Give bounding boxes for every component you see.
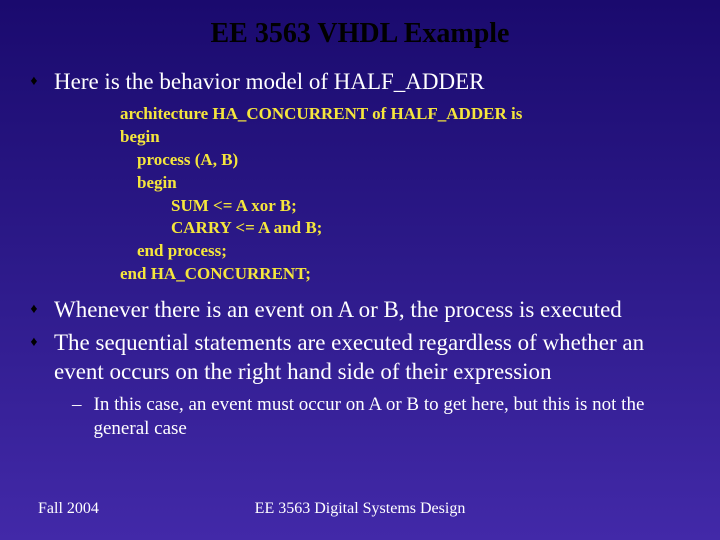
bullet-item: ♦ The sequential statements are executed… <box>28 329 692 387</box>
bullet-text: Here is the behavior model of HALF_ADDER <box>54 68 485 97</box>
bullet-text: The sequential statements are executed r… <box>54 329 692 387</box>
bullet-item: ♦ Here is the behavior model of HALF_ADD… <box>28 68 692 97</box>
sub-bullet-text: In this case, an event must occur on A o… <box>94 393 693 442</box>
code-block: architecture HA_CONCURRENT of HALF_ADDER… <box>120 103 692 287</box>
footer-center: EE 3563 Digital Systems Design <box>0 500 720 518</box>
sub-bullet-item: – In this case, an event must occur on A… <box>72 393 692 442</box>
slide-title: EE 3563 VHDL Example <box>28 18 692 50</box>
bullet-item: ♦ Whenever there is an event on A or B, … <box>28 296 692 325</box>
diamond-icon: ♦ <box>28 296 40 324</box>
bullet-text: Whenever there is an event on A or B, th… <box>54 296 622 325</box>
dash-icon: – <box>72 393 82 418</box>
diamond-icon: ♦ <box>28 68 40 96</box>
slide: EE 3563 VHDL Example ♦ Here is the behav… <box>0 0 720 540</box>
footer-left: Fall 2004 <box>38 500 99 518</box>
diamond-icon: ♦ <box>28 329 40 357</box>
slide-footer: Fall 2004 EE 3563 Digital Systems Design <box>0 500 720 518</box>
